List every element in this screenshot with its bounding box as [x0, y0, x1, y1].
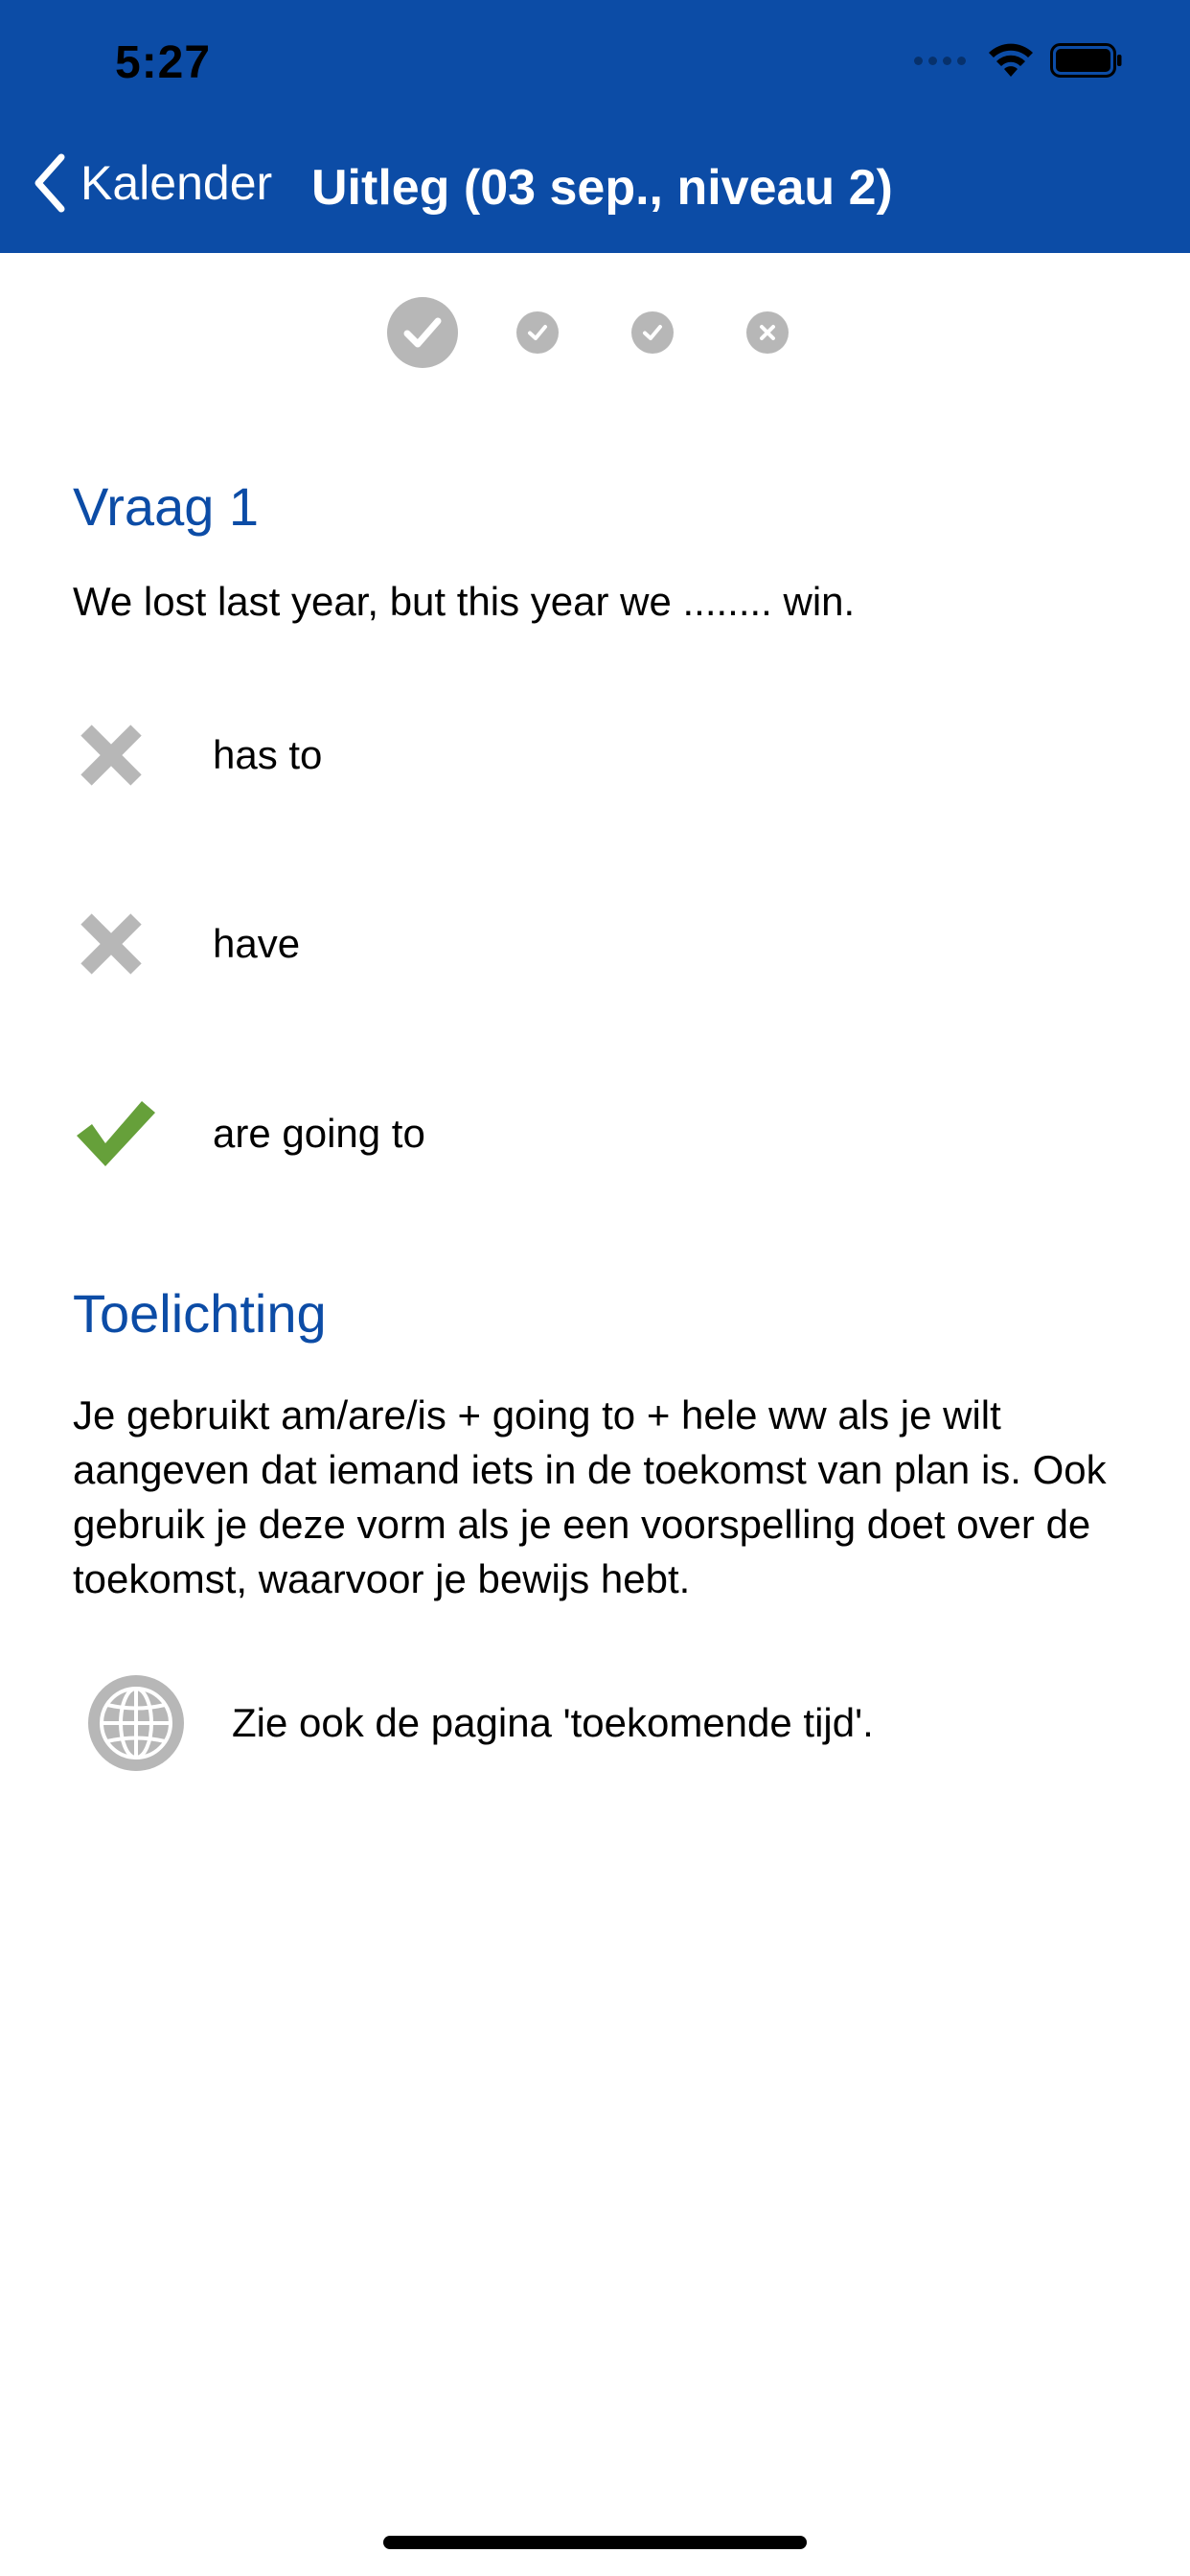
- checkmark-icon: [643, 325, 662, 340]
- question-text: We lost last year, but this year we ....…: [73, 579, 856, 624]
- cross-icon: [760, 325, 775, 340]
- progress-step-1[interactable]: [387, 297, 458, 368]
- answer-option-label: has to: [213, 732, 323, 777]
- back-button-label: Kalender: [80, 156, 273, 210]
- status-time: 5:27: [115, 37, 212, 88]
- cross-icon: [80, 913, 142, 975]
- question-progress: [0, 297, 1190, 370]
- progress-step-4[interactable]: [746, 311, 789, 354]
- chevron-left-icon: [34, 153, 65, 213]
- answer-option-1[interactable]: has to: [73, 702, 1127, 808]
- back-button[interactable]: Kalender: [33, 153, 272, 213]
- wifi-icon: [989, 43, 1033, 77]
- explanation-heading: Toelichting: [73, 1283, 327, 1344]
- battery-icon: [1050, 43, 1122, 78]
- page-title: Uitleg (03 sep., niveau 2): [311, 160, 893, 216]
- cross-icon: [80, 724, 142, 786]
- globe-icon: [88, 1675, 184, 1771]
- answer-option-2[interactable]: have: [73, 891, 1127, 997]
- navigation-bar: 5:27 Kalender Uitleg (03 sep., niveau 2): [0, 0, 1190, 253]
- answer-option-label: are going to: [213, 1111, 425, 1156]
- checkmark-icon: [403, 317, 442, 348]
- reference-link-label: Zie ook de pagina 'toekomende tijd'.: [232, 1700, 874, 1745]
- checkmark-icon: [77, 1101, 155, 1166]
- cellular-signal-icon: [914, 56, 966, 65]
- status-indicators: [914, 42, 1123, 79]
- checkmark-icon: [528, 325, 547, 340]
- explanation-text: Je gebruikt am/are/is + going to + hele …: [73, 1392, 1107, 1601]
- answer-option-label: have: [213, 921, 301, 966]
- answer-option-3[interactable]: are going to: [73, 1081, 1127, 1186]
- progress-step-2[interactable]: [516, 311, 559, 354]
- progress-step-3[interactable]: [631, 311, 674, 354]
- reference-link[interactable]: Zie ook de pagina 'toekomende tijd'.: [86, 1673, 874, 1773]
- home-indicator[interactable]: [383, 2536, 807, 2549]
- question-heading: Vraag 1: [73, 476, 260, 537]
